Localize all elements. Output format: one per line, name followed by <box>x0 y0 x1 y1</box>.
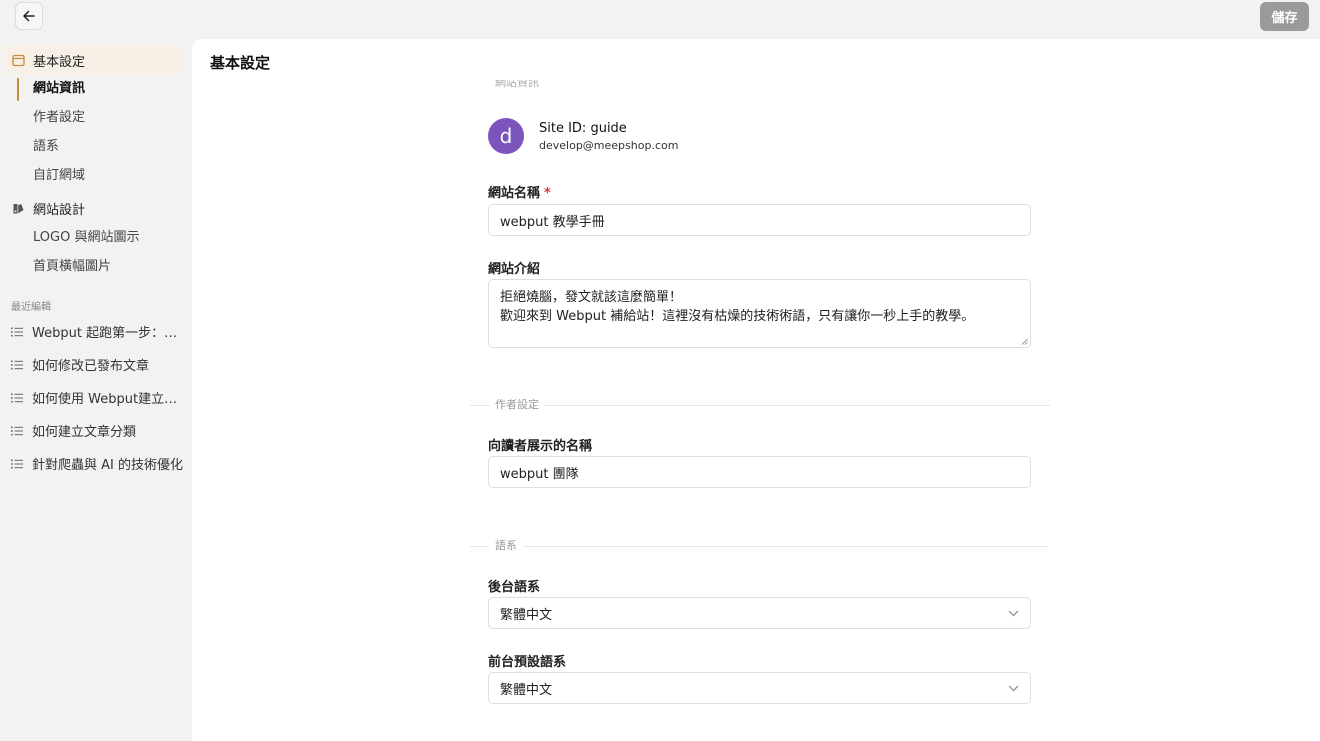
section-legend-site-info: 網站資訊 <box>495 76 539 89</box>
sidebar-group-label: 網站設計 <box>33 202 86 218</box>
list-icon <box>11 360 23 370</box>
recent-item-title: 如何修改已發布文章 <box>32 359 150 374</box>
back-button[interactable] <box>15 2 43 30</box>
save-button[interactable]: 儲存 <box>1260 2 1309 31</box>
author-name-input[interactable] <box>488 456 1031 488</box>
site-name-input[interactable] <box>488 204 1031 236</box>
recent-item[interactable]: 如何建立文章分類 <box>11 421 183 440</box>
list-icon <box>11 327 23 337</box>
sidebar-item-language[interactable]: 語系 <box>33 138 59 156</box>
avatar: d <box>488 118 524 154</box>
section-divider-language: 語系 <box>470 539 1050 553</box>
select-value: 繁體中文 <box>500 607 553 623</box>
chevron-down-icon <box>1008 610 1019 616</box>
section-title: 作者設定 <box>489 398 545 412</box>
sidebar-group-site-design[interactable]: 網站設計 <box>4 193 184 223</box>
recent-item-title: Webput 起跑第一步：使用說明 <box>32 326 183 341</box>
site-intro-textarea[interactable]: 拒絕燒腦，發文就該這麼簡單！ 歡迎來到 Webput 補給站！這裡沒有枯燥的技術… <box>488 279 1031 348</box>
site-intro-label: 網站介紹 <box>488 262 541 277</box>
palette-icon <box>12 202 25 215</box>
select-value: 繁體中文 <box>500 682 553 698</box>
sidebar-item-site-info[interactable]: 網站資訊 <box>33 80 85 98</box>
sidebar-item-custom-domain[interactable]: 自訂網域 <box>33 167 85 185</box>
recent-item-title: 針對爬蟲與 AI 的技術優化 <box>32 458 183 473</box>
sidebar-group-label: 基本設定 <box>33 54 86 70</box>
section-divider-author: 作者設定 <box>470 398 1050 412</box>
recent-edits-heading: 最近編輯 <box>11 302 51 313</box>
sidebar: 基本設定 網站資訊 作者設定 語系 自訂網域 網站設計 LOGO 與網站圖示 首… <box>0 40 192 741</box>
active-indicator <box>17 78 19 101</box>
main-panel: 基本設定 網站資訊 d Site ID: guide develop@meeps… <box>192 39 1320 741</box>
recent-item[interactable]: 如何修改已發布文章 <box>11 355 183 374</box>
backend-language-select[interactable]: 繁體中文 <box>488 597 1031 629</box>
required-mark: * <box>544 186 551 201</box>
calendar-window-icon <box>12 54 25 67</box>
sidebar-item-author-settings[interactable]: 作者設定 <box>33 109 85 127</box>
intro-line: 歡迎來到 Webput 補給站！這裡沒有枯燥的技術術語，只有讓你一秒上手的教學。 <box>500 309 975 324</box>
list-icon <box>11 393 23 403</box>
site-id: Site ID: guide <box>539 121 627 136</box>
sidebar-group-basic-settings[interactable]: 基本設定 <box>4 45 184 75</box>
backend-language-label: 後台語系 <box>488 580 541 595</box>
recent-item[interactable]: Webput 起跑第一步：使用說明 <box>11 322 183 341</box>
recent-item[interactable]: 如何使用 Webput建立文章 <box>11 388 183 407</box>
chevron-down-icon <box>1008 685 1019 691</box>
intro-line: 拒絕燒腦，發文就該這麼簡單！ <box>500 290 683 305</box>
list-icon <box>11 426 23 436</box>
page-title: 基本設定 <box>210 54 271 72</box>
author-name-label: 向讀者展示的名稱 <box>488 439 593 454</box>
section-title: 語系 <box>489 539 523 553</box>
recent-item[interactable]: 針對爬蟲與 AI 的技術優化 <box>11 454 183 473</box>
recent-item-title: 如何建立文章分類 <box>32 425 137 440</box>
arrow-left-icon <box>23 10 35 22</box>
sidebar-item-home-banner[interactable]: 首頁橫幅圖片 <box>33 258 111 276</box>
recent-item-title: 如何使用 Webput建立文章 <box>32 392 183 407</box>
frontend-language-select[interactable]: 繁體中文 <box>488 672 1031 704</box>
site-name-label: 網站名稱 * <box>488 186 551 201</box>
resize-handle-icon[interactable] <box>1021 338 1028 345</box>
sidebar-item-logo-favicon[interactable]: LOGO 與網站圖示 <box>33 229 139 247</box>
site-email: develop@meepshop.com <box>539 139 679 152</box>
frontend-language-label: 前台預設語系 <box>488 655 567 670</box>
list-icon <box>11 459 23 469</box>
